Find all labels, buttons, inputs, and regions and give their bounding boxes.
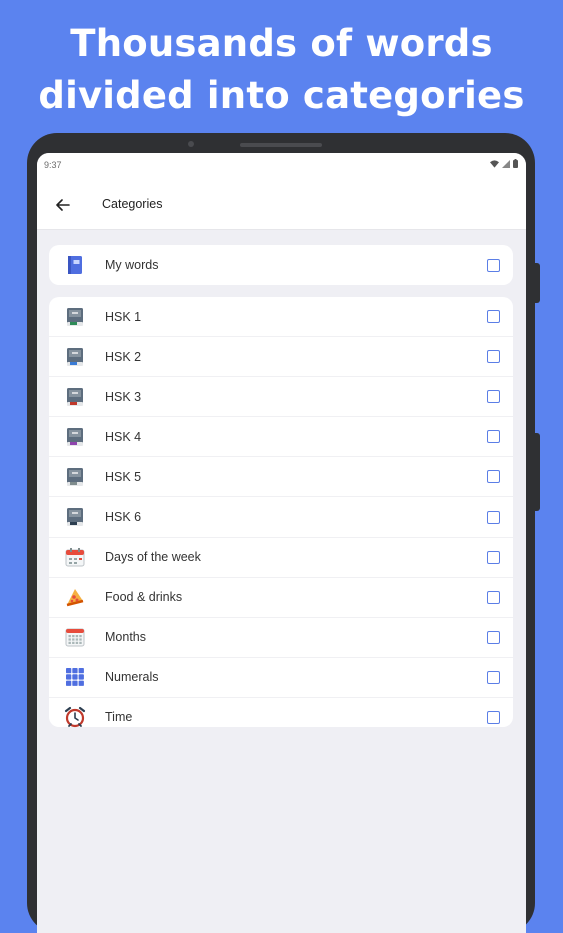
- list-item-my-words[interactable]: My words: [49, 245, 513, 285]
- hsk-5-checkbox[interactable]: [487, 470, 500, 484]
- status-time: 9:37: [44, 160, 62, 170]
- categories-card: HSK 1 HSK 2 HSK 3 HSK 4 HSK 5 HSK 6 Days of th…: [49, 297, 513, 728]
- battery-icon: [513, 159, 518, 168]
- numbers-grid-icon: [64, 666, 86, 688]
- status-icons: [490, 159, 518, 168]
- signal-icon: [502, 159, 510, 168]
- list-item-label: HSK 3: [105, 389, 142, 404]
- wifi-icon: [490, 159, 499, 168]
- book-icon: [64, 506, 86, 528]
- my-words-checkbox[interactable]: [487, 258, 500, 272]
- book-icon: [64, 306, 86, 328]
- hsk-6-checkbox[interactable]: [487, 510, 500, 524]
- list-item-label: Time: [105, 710, 133, 725]
- food-and-drinks-checkbox[interactable]: [487, 590, 500, 604]
- hsk-3-checkbox[interactable]: [487, 390, 500, 404]
- tablet-frame: 9:37 Categories My words HSK 1 HSK 2 HSK…: [27, 133, 540, 933]
- app-bar: Categories: [37, 179, 526, 230]
- list-item-label: Food & drinks: [105, 590, 183, 605]
- list-item-numerals[interactable]: Numerals: [49, 658, 513, 698]
- list-item-label: My words: [105, 258, 159, 272]
- book-icon: [64, 466, 86, 488]
- list-item-label: HSK 2: [105, 349, 142, 364]
- list-item-label: HSK 1: [105, 309, 142, 324]
- hsk-1-checkbox[interactable]: [487, 310, 500, 324]
- my-words-card: My words: [49, 245, 513, 285]
- headline-line-1: Thousands of words: [70, 22, 493, 65]
- list-item-label: Months: [105, 630, 146, 645]
- book-icon: [64, 426, 86, 448]
- list-item-hsk-6[interactable]: HSK 6: [49, 497, 513, 538]
- hsk-4-checkbox[interactable]: [487, 430, 500, 444]
- camera-dot: [188, 141, 194, 147]
- list-item-label: HSK 6: [105, 510, 142, 525]
- list-item-hsk-2[interactable]: HSK 2: [49, 337, 513, 378]
- hsk-2-checkbox[interactable]: [487, 350, 500, 364]
- list-item-food-and-drinks[interactable]: Food & drinks: [49, 578, 513, 618]
- power-button: [534, 433, 540, 511]
- list-item-time[interactable]: Time: [49, 698, 513, 737]
- book-icon: [64, 346, 86, 368]
- speaker-grille: [240, 143, 322, 147]
- list-item-label: Days of the week: [105, 550, 201, 565]
- page-title: Categories: [102, 197, 163, 211]
- days-of-the-week-checkbox[interactable]: [487, 550, 500, 564]
- notebook-icon: [64, 254, 86, 276]
- alarm-clock-icon: [64, 706, 86, 728]
- headline-line-2: divided into categories: [38, 74, 525, 117]
- calendar-grid-icon: [64, 626, 86, 648]
- list-item-label: Numerals: [105, 670, 159, 685]
- list-item-months[interactable]: Months: [49, 618, 513, 658]
- list-item-label: HSK 4: [105, 429, 142, 444]
- back-button[interactable]: [51, 193, 75, 217]
- time-checkbox[interactable]: [487, 710, 500, 724]
- app-screen: 9:37 Categories My words HSK 1 HSK 2 HSK…: [37, 153, 526, 933]
- status-bar: 9:37: [37, 153, 526, 179]
- list-item-hsk-4[interactable]: HSK 4: [49, 417, 513, 458]
- list-item-hsk-1[interactable]: HSK 1: [49, 297, 513, 338]
- book-icon: [64, 386, 86, 408]
- list-item-hsk-3[interactable]: HSK 3: [49, 377, 513, 418]
- numerals-checkbox[interactable]: [487, 670, 500, 684]
- list-item-label: HSK 5: [105, 469, 142, 484]
- volume-button: [534, 263, 540, 303]
- list-item-hsk-5[interactable]: HSK 5: [49, 457, 513, 498]
- months-checkbox[interactable]: [487, 630, 500, 644]
- pizza-icon: [64, 586, 86, 608]
- calendar-icon: [64, 546, 86, 568]
- arrow-left-icon: [56, 199, 70, 211]
- promo-headline: Thousands of words divided into categori…: [0, 18, 563, 122]
- list-item-days-of-the-week[interactable]: Days of the week: [49, 538, 513, 578]
